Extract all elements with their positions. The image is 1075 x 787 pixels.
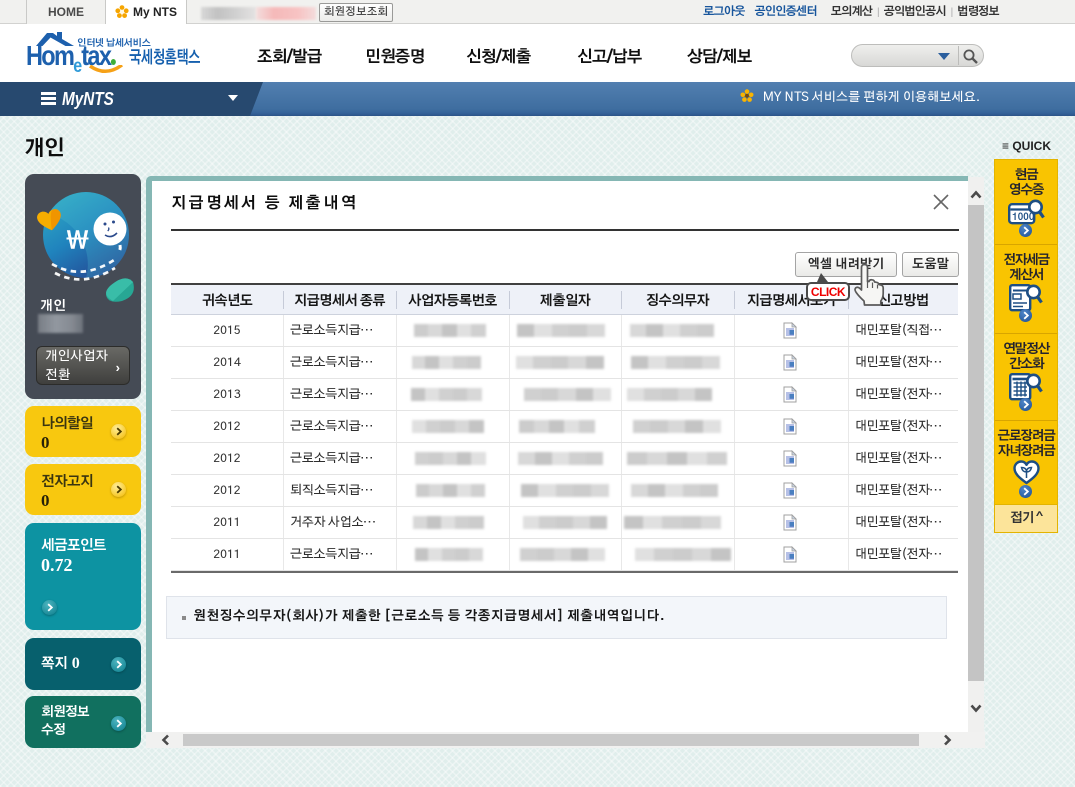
svg-text:₩: ₩ xyxy=(66,230,89,254)
svg-text:1000: 1000 xyxy=(1012,212,1035,222)
